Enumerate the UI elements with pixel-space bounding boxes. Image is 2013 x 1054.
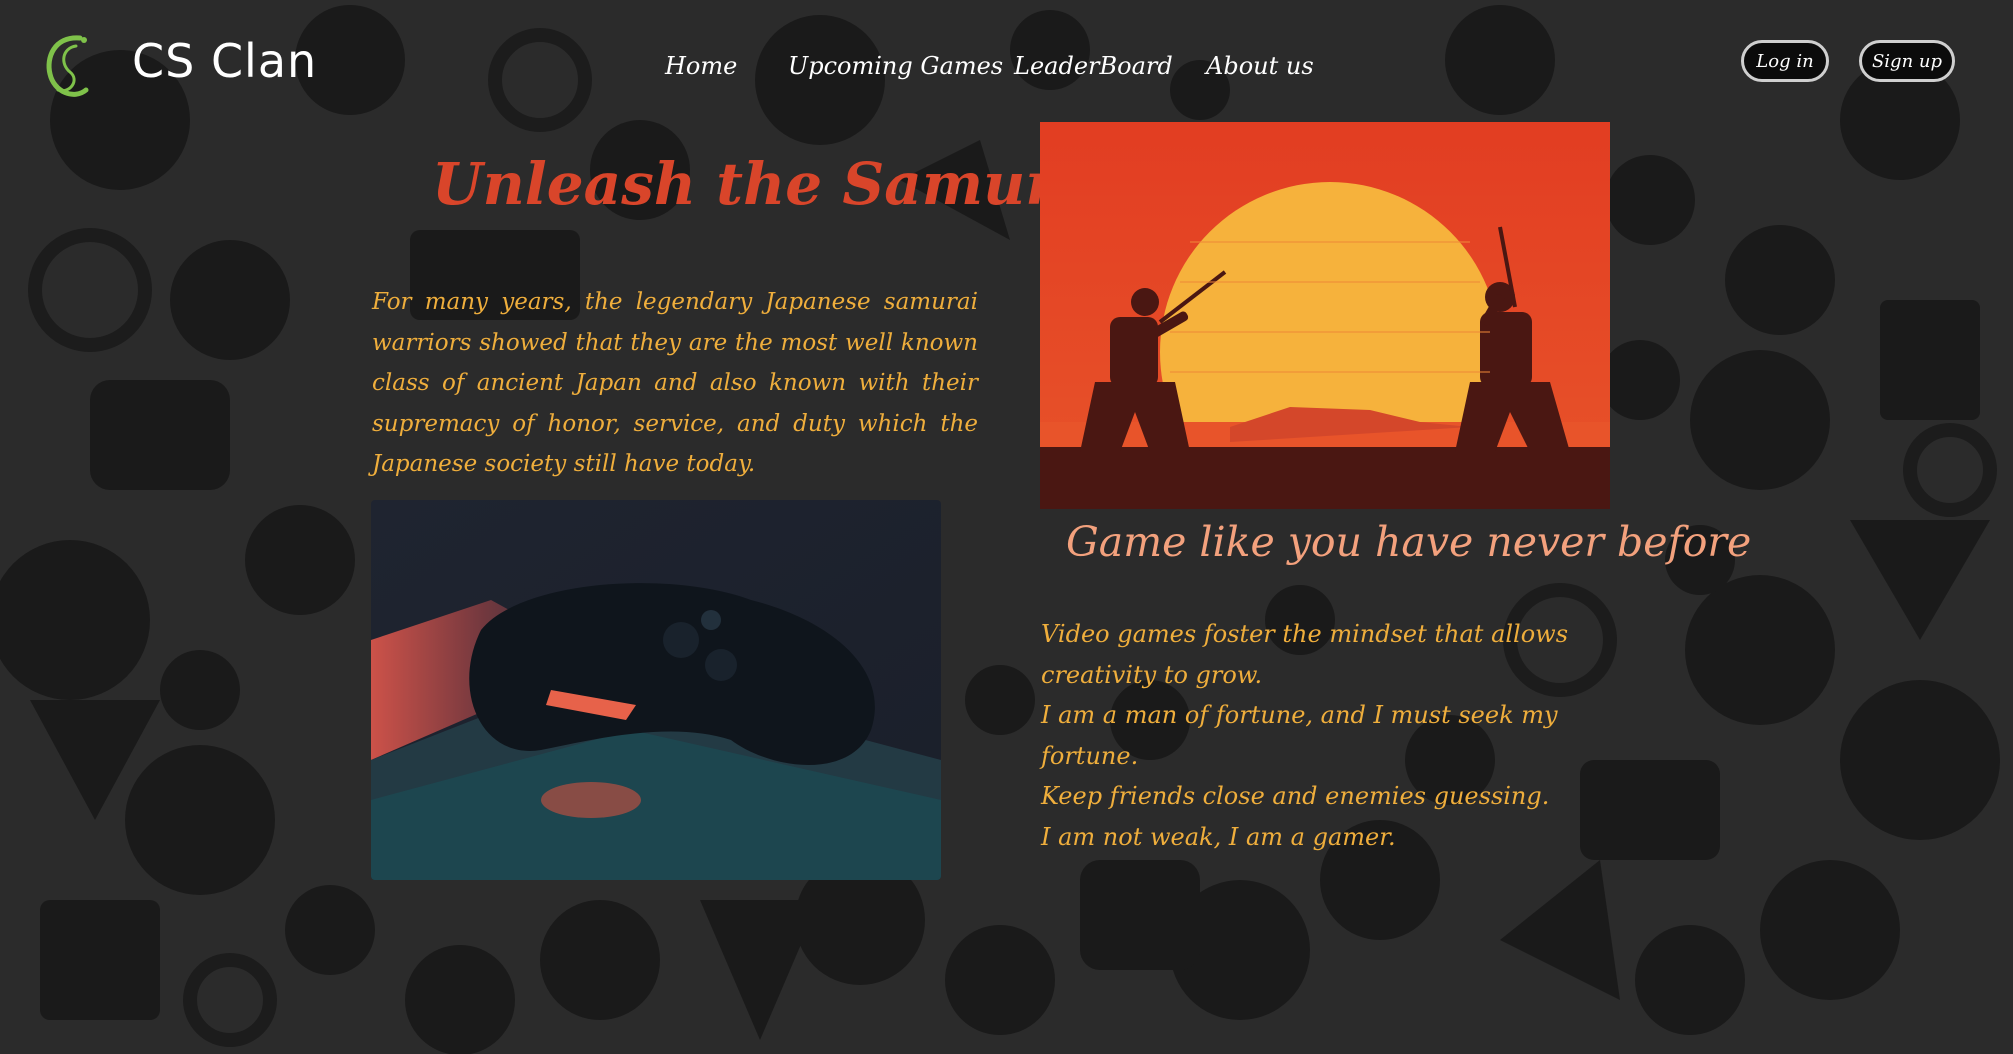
quote-line: I am a man of fortune, and I must seek m…	[1041, 701, 1558, 770]
nav-home[interactable]: Home	[665, 52, 737, 80]
brand-name[interactable]: CS Clan	[132, 34, 317, 88]
samurai-duel-sunset-image	[1040, 122, 1610, 509]
feature-subtitle: Game like you have never before	[1066, 518, 1752, 566]
controller-illustration-svg	[371, 500, 941, 880]
quote-line: Keep friends close and enemies guessing.	[1041, 782, 1550, 810]
nav-about-us[interactable]: About us	[1206, 52, 1314, 80]
page-title: Unleash the Samurai	[432, 150, 1116, 218]
site-header: CS Clan Home Upcoming Games LeaderBoard …	[0, 0, 2013, 120]
game-controller-image	[371, 500, 941, 880]
nav-upcoming-games[interactable]: Upcoming Games	[788, 52, 1003, 80]
nav-leaderboard[interactable]: LeaderBoard	[1014, 52, 1173, 80]
quotes-list: Video games foster the mindset that allo…	[1041, 614, 1661, 857]
login-button[interactable]: Log in	[1741, 40, 1829, 82]
quote-line: Video games foster the mindset that allo…	[1041, 620, 1569, 689]
quote-line: I am not weak, I am a gamer.	[1041, 822, 1396, 851]
intro-paragraph: For many years, the legendary Japanese s…	[372, 289, 978, 477]
logo-mark-svg	[46, 35, 89, 97]
samurai-illustration-svg	[1040, 122, 1610, 509]
cs-clan-logo-icon[interactable]	[40, 30, 96, 104]
signup-button[interactable]: Sign up	[1859, 40, 1955, 82]
